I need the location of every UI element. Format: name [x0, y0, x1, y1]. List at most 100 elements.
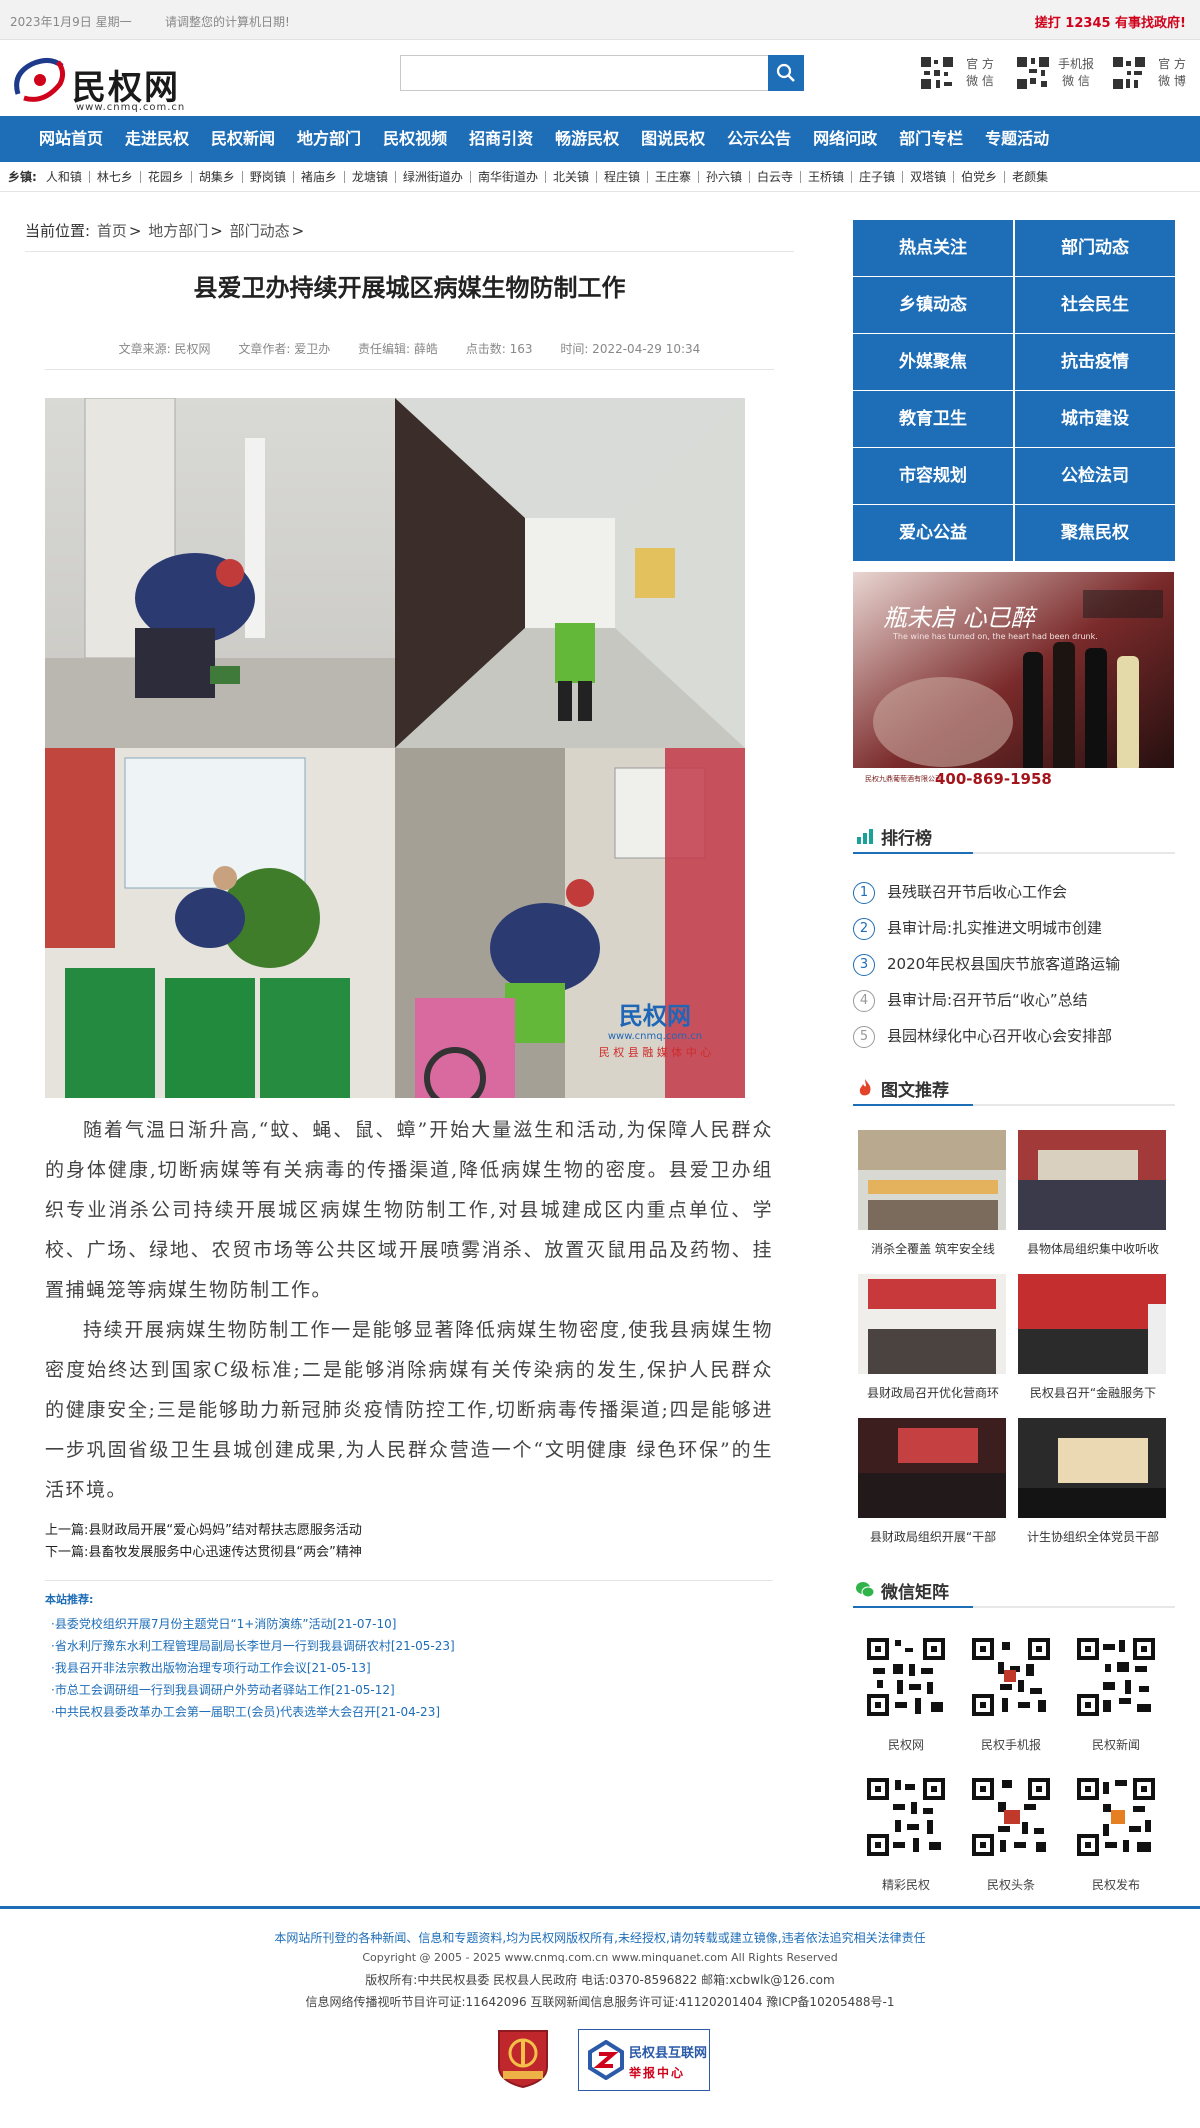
town-link[interactable]: 绿洲街道办	[396, 170, 471, 183]
town-link[interactable]: 胡集乡	[192, 170, 243, 183]
town-link[interactable]: 双塔镇	[903, 170, 955, 183]
town-link[interactable]: 庄子镇	[852, 170, 904, 183]
meta-clicks: 点击数: 163	[465, 342, 533, 356]
nav-item-news[interactable]: 民权新闻	[200, 116, 286, 162]
wechat-icon	[856, 1582, 875, 1598]
recommended-link[interactable]: ·县委党校组织开展7月份主题党日“1+消防演练”活动[21-07-10]	[51, 1613, 773, 1635]
town-link[interactable]: 林七乡	[90, 170, 141, 183]
nav-item-columns[interactable]: 部门专栏	[888, 116, 974, 162]
category-focus[interactable]: 聚焦民权	[1015, 505, 1175, 561]
town-link[interactable]: 龙塘镇	[345, 170, 396, 183]
breadcrumb-home[interactable]: 首页	[97, 222, 127, 240]
nav-item-video[interactable]: 民权视频	[372, 116, 458, 162]
qr-code-icon	[920, 56, 954, 90]
qr-label-line1: 官 方	[1158, 57, 1186, 71]
recommended-link[interactable]: ·中共民权县委改革办工会第一届职工(会员)代表选举大会召开[21-04-23]	[51, 1701, 773, 1723]
report-center-title: 民权县互联网	[629, 2046, 708, 2061]
category-planning[interactable]: 市容规划	[853, 448, 1013, 504]
rank-number: 2	[853, 917, 875, 940]
search-icon	[776, 63, 795, 82]
picture-card[interactable]: 县财政局组织开展“干部	[853, 1416, 1006, 1546]
town-link[interactable]: 褚庙乡	[294, 170, 345, 183]
category-urban[interactable]: 城市建设	[1015, 391, 1175, 447]
hotline-link[interactable]: 搓打 12345 有事找政府!	[1035, 12, 1186, 31]
nav-item-photos[interactable]: 图说民权	[630, 116, 716, 162]
town-link[interactable]: 王桥镇	[801, 170, 853, 183]
photo-panel	[395, 398, 745, 748]
nav-item-topics[interactable]: 专题活动	[974, 116, 1060, 162]
town-link[interactable]: 人和镇	[39, 170, 90, 183]
breadcrumb-departments[interactable]: 地方部门	[148, 222, 208, 240]
wechat-account[interactable]: 民权网	[853, 1636, 953, 1766]
town-link[interactable]: 孙六镇	[699, 170, 751, 183]
ranking-item[interactable]: 5 县园林绿化中心召开收心会安排部	[853, 1018, 1175, 1054]
search-button[interactable]	[768, 55, 804, 91]
official-weibo-link[interactable]: 官 方微 博	[1112, 54, 1200, 94]
picture-thumbnail	[858, 1130, 1006, 1230]
site-logo[interactable]: 民权网 www.cnmq.com.cn	[10, 50, 200, 113]
breadcrumb-dept-news[interactable]: 部门动态	[230, 222, 290, 240]
nav-item-departments[interactable]: 地方部门	[286, 116, 372, 162]
recommended-link[interactable]: ·省水利厅豫东水利工程管理局副局长李世月一行到我县调研农村[21-05-23]	[51, 1635, 773, 1657]
category-township[interactable]: 乡镇动态	[853, 277, 1013, 333]
wechat-account[interactable]: 民权发布	[1063, 1776, 1163, 1906]
prev-article-link[interactable]: 上一篇:县财政局开展“爱心妈妈”结对帮扶志愿服务活动	[45, 1520, 773, 1542]
article-title: 县爱卫办持续开展城区病媒生物防制工作	[193, 273, 626, 302]
next-article-link[interactable]: 下一篇:县畜牧发展服务中心迅速传达贯彻县“两会”精神	[45, 1542, 773, 1564]
category-epidemic[interactable]: 抗击疫情	[1015, 334, 1175, 390]
nav-item-home[interactable]: 网站首页	[28, 116, 114, 162]
nav-item-investment[interactable]: 招商引资	[458, 116, 544, 162]
wechat-account[interactable]: 民权手机报	[958, 1636, 1058, 1766]
recommended-link[interactable]: ·我县召开非法宗教出版物治理专项行动工作会议[21-05-13]	[51, 1657, 773, 1679]
category-charity[interactable]: 爱心公益	[853, 505, 1013, 561]
wechat-account[interactable]: 民权新闻	[1063, 1636, 1163, 1766]
picture-card[interactable]: 民权县召开“金融服务下	[1013, 1272, 1166, 1402]
town-link[interactable]: 程庄镇	[597, 170, 648, 183]
nav-item-travel[interactable]: 畅游民权	[544, 116, 630, 162]
picture-card[interactable]: 消杀全覆盖 筑牢安全线	[853, 1128, 1006, 1258]
ranking-item[interactable]: 4 县审计局:召开节后“收心”总结	[853, 982, 1175, 1018]
town-link[interactable]: 北关镇	[546, 170, 597, 183]
town-link[interactable]: 老颜集	[1005, 171, 1055, 183]
date-hint: 请调整您的计算机日期!	[165, 15, 290, 29]
nav-item-inquiry[interactable]: 网络问政	[802, 116, 888, 162]
town-link[interactable]: 白云寺	[750, 170, 802, 183]
town-link[interactable]: 南华街道办	[471, 170, 546, 183]
recommended-section: 本站推荐: ·县委党校组织开展7月份主题党日“1+消防演练”活动[21-07-1…	[45, 1580, 773, 1723]
picture-card[interactable]: 县财政局召开优化营商环	[853, 1272, 1006, 1402]
category-dept-news[interactable]: 部门动态	[1015, 220, 1175, 276]
category-hot[interactable]: 热点关注	[853, 220, 1013, 276]
official-wechat-link[interactable]: 官 方微 信	[920, 54, 1010, 94]
wine-advertisement[interactable]: 瓶未启 心已醉 The wine has turned on, the hear…	[853, 572, 1174, 794]
ranking-item[interactable]: 3 2020年民权县国庆节旅客道路运输	[853, 946, 1175, 982]
ad-subtitle: The wine has turned on, the heart had be…	[893, 632, 1098, 641]
picture-card[interactable]: 县物体局组织集中收听收	[1013, 1128, 1166, 1258]
category-media[interactable]: 外媒聚焦	[853, 334, 1013, 390]
wechat-account[interactable]: 民权头条	[958, 1776, 1058, 1906]
wechat-account[interactable]: 精彩民权	[853, 1776, 953, 1906]
qr-code-icon	[1016, 56, 1050, 90]
category-law[interactable]: 公检法司	[1015, 448, 1175, 504]
mobile-news-wechat-link[interactable]: 手机报微 信	[1016, 54, 1106, 94]
party-emblem-icon[interactable]	[495, 2027, 551, 2089]
qr-code-icon	[970, 1636, 1052, 1718]
qr-label-line2: 微 博	[1158, 74, 1186, 88]
ranking-item[interactable]: 1 县残联召开节后收心工作会	[853, 874, 1175, 910]
category-education[interactable]: 教育卫生	[853, 391, 1013, 447]
town-link[interactable]: 花园乡	[141, 170, 192, 183]
town-link[interactable]: 王庄寨	[648, 170, 699, 183]
nav-item-about[interactable]: 走进民权	[114, 116, 200, 162]
ranking-item[interactable]: 2 县审计局:扎实推进文明城市创建	[853, 910, 1175, 946]
town-link[interactable]: 伯党乡	[954, 170, 1006, 183]
search-input[interactable]	[401, 56, 769, 90]
towns-label: 乡镇:	[8, 170, 37, 184]
category-livelihood[interactable]: 社会民生	[1015, 277, 1175, 333]
recommended-link[interactable]: ·市总工会调研组一行到我县调研户外劳动者驿站工作[21-05-12]	[51, 1679, 773, 1701]
ranking-title: 排行榜	[881, 829, 932, 849]
nav-item-notices[interactable]: 公示公告	[716, 116, 802, 162]
picture-card[interactable]: 计生协组织全体党员干部	[1013, 1416, 1166, 1546]
town-link[interactable]: 野岗镇	[243, 170, 294, 183]
site-footer: 本网站所刊登的各种新闻、信息和专题资料,均为民权网版权所有,未经授权,请勿转载或…	[0, 1906, 1200, 2128]
report-center-badge[interactable]: 民权县互联网 举报中心	[578, 2029, 710, 2091]
article-body: 随着气温日渐升高,“蚊、蝇、鼠、蟑”开始大量滋生和活动,为保障人民群众的身体健康…	[45, 1110, 773, 1510]
